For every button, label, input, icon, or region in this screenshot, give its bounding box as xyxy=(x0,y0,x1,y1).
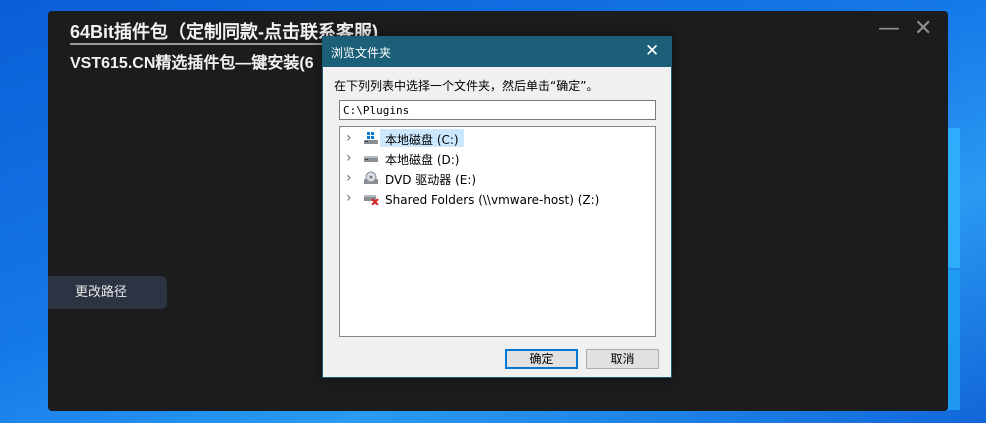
browse-folder-dialog: 浏览文件夹 ✕ 在下列列表中选择一个文件夹，然后单击“确定”。 › 本地磁盘 (… xyxy=(322,36,672,378)
tree-item-drive-e[interactable]: › DVD 驱动器 (E:) xyxy=(340,168,650,188)
windows-drive-icon xyxy=(364,132,378,144)
tree-item-label-wrap: Shared Folders (\\vmware-host) (Z:) xyxy=(382,189,602,207)
dialog-title: 浏览文件夹 xyxy=(331,46,392,60)
folder-tree[interactable]: › 本地磁盘 (C:) › 本地磁盘 (D:) › DVD 驱动器 (E:) ›… xyxy=(339,126,656,337)
tree-item-drive-d[interactable]: › 本地磁盘 (D:) xyxy=(340,148,650,168)
folder-path-input[interactable] xyxy=(339,100,656,120)
chevron-right-icon[interactable]: › xyxy=(346,169,352,187)
tree-item-label: DVD 驱动器 (E:) xyxy=(385,173,477,187)
network-drive-disconnected-icon xyxy=(364,195,379,205)
tree-item-label: Shared Folders (\\vmware-host) (Z:) xyxy=(385,193,600,207)
dvd-drive-icon xyxy=(364,171,378,184)
minimize-icon[interactable]: — xyxy=(878,18,900,40)
ok-button[interactable]: 确定 xyxy=(505,349,578,369)
chevron-right-icon[interactable]: › xyxy=(346,149,352,167)
tree-item-label-wrap: 本地磁盘 (D:) xyxy=(382,149,462,167)
cancel-button[interactable]: 取消 xyxy=(586,349,659,369)
chevron-right-icon[interactable]: › xyxy=(346,129,352,147)
change-path-button[interactable]: 更改路径 xyxy=(48,276,167,309)
tree-item-label-wrap: DVD 驱动器 (E:) xyxy=(382,169,479,187)
close-icon[interactable]: ✕ xyxy=(914,18,932,40)
tree-item-drive-z[interactable]: › Shared Folders (\\vmware-host) (Z:) xyxy=(340,188,650,208)
tree-item-label: 本地磁盘 (D:) xyxy=(385,153,460,167)
chevron-right-icon[interactable]: › xyxy=(346,189,352,207)
hard-drive-icon xyxy=(364,156,378,162)
installer-subtitle: VST615.CN精选插件包—键安装(6 xyxy=(70,55,314,72)
dialog-close-icon[interactable]: ✕ xyxy=(645,40,659,62)
dialog-titlebar[interactable]: 浏览文件夹 ✕ xyxy=(323,37,671,67)
dialog-prompt: 在下列列表中选择一个文件夹，然后单击“确定”。 xyxy=(334,79,599,93)
tree-item-label-selected: 本地磁盘 (C:) xyxy=(380,129,464,147)
tree-item-drive-c[interactable]: › 本地磁盘 (C:) xyxy=(340,128,650,148)
tree-item-label: 本地磁盘 (C:) xyxy=(385,133,459,147)
